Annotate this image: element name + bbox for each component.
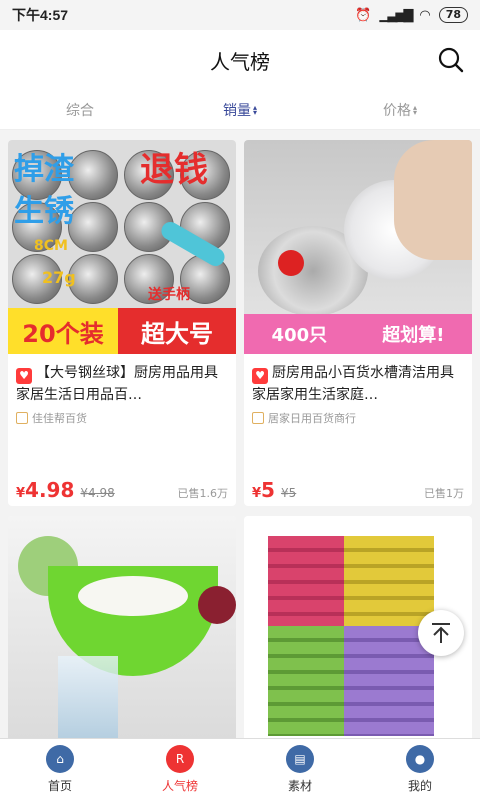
app-header: 人气榜 (0, 30, 480, 90)
page-title: 人气榜 (210, 51, 270, 74)
product-title: ♥ 厨房用品小百货水槽清洁用具家居家用生活家庭… (244, 354, 472, 408)
image-text: 超划算! (382, 325, 445, 346)
signal-icon: ▁▃▅▇ (379, 7, 413, 23)
nav-label: 素材 (287, 779, 312, 793)
image-text: 8CM (34, 238, 68, 254)
battery-indicator: 78 (438, 7, 468, 23)
image-text: 20个装 (8, 308, 118, 354)
original-price: ¥5 (280, 486, 297, 500)
store-icon (252, 412, 264, 424)
image-banner: 20个装 超大号 (8, 308, 236, 354)
favorite-icon: ♥ (252, 368, 268, 384)
tab-price[interactable]: 价格 ▴ ▾ (320, 90, 480, 129)
sort-tabs: 综合 销量 ▴ ▾ 价格 ▴ ▾ (0, 90, 480, 130)
product-card[interactable] (8, 516, 236, 738)
search-icon[interactable] (436, 45, 466, 75)
home-icon: ⌂ (46, 745, 74, 773)
image-text: 27g (42, 268, 76, 287)
nav-label: 人气榜 (161, 779, 198, 793)
nav-material[interactable]: ▤ 素材 (240, 739, 360, 800)
current-price: ¥5 (252, 478, 275, 502)
tab-label: 综合 (66, 102, 94, 119)
shop-name: 佳佳帮百货 (32, 412, 87, 425)
product-image (8, 516, 236, 738)
image-text: 掉渣 (14, 152, 74, 187)
status-bar: 下午4:57 ⏰ ▁▃▅▇ ◠ 78 (0, 0, 480, 30)
image-text: 送手柄 (148, 287, 190, 303)
bottom-navigation: ⌂ 首页 R 人气榜 ▤ 素材 ● 我的 (0, 738, 480, 800)
arrow-up-icon (432, 623, 450, 643)
shop-info: 居家日用百货商行 (244, 408, 472, 428)
tab-label: 销量 (222, 102, 251, 119)
nav-label: 我的 (407, 779, 432, 793)
shop-info: 佳佳帮百货 (8, 408, 236, 428)
user-icon: ● (406, 745, 434, 773)
ranking-icon: R (166, 745, 194, 773)
product-title: ♥ 【大号钢丝球】厨房用品用具家居生活日用品百… (8, 354, 236, 408)
image-text: 生锈 (14, 194, 74, 229)
alarm-icon: ⏰ (355, 7, 372, 23)
tab-sales[interactable]: 销量 ▴ ▾ (160, 90, 320, 129)
product-card[interactable]: 400只 超划算! ♥ 厨房用品小百货水槽清洁用具家居家用生活家庭… 居家日用百货… (244, 140, 472, 506)
shop-name: 居家日用百货商行 (268, 412, 356, 425)
tab-comprehensive[interactable]: 综合 (0, 90, 160, 129)
store-icon (16, 412, 28, 424)
sold-count: 已售1万 (424, 487, 464, 500)
wifi-icon: ◠ (419, 7, 431, 23)
image-text: 400只 (271, 325, 328, 346)
image-text: 超大号 (141, 319, 213, 348)
price-row: ¥5 ¥5 已售1万 (252, 478, 464, 502)
product-grid: 掉渣 生锈 退钱 8CM 27g 送手柄 20个装 超大号 ♥ 【大号钢丝球】厨房… (0, 140, 480, 738)
nav-profile[interactable]: ● 我的 (360, 739, 480, 800)
status-time: 下午4:57 (12, 7, 69, 23)
image-text: 退钱 (140, 150, 208, 190)
original-price: ¥4.98 (80, 486, 115, 500)
product-title-text: 厨房用品小百货水槽清洁用具家居家用生活家庭… (252, 365, 454, 403)
back-to-top-button[interactable] (418, 610, 464, 656)
product-image: 400只 超划算! (244, 140, 472, 354)
sort-arrows-icon: ▴ ▾ (252, 102, 257, 117)
product-title-text: 【大号钢丝球】厨房用品用具家居生活日用品百… (16, 365, 218, 403)
image-banner: 400只 超划算! (244, 314, 472, 354)
sort-arrows-icon: ▴ ▾ (412, 102, 417, 117)
tab-label: 价格 (382, 102, 411, 119)
favorite-icon: ♥ (16, 368, 32, 384)
material-icon: ▤ (286, 745, 314, 773)
nav-home[interactable]: ⌂ 首页 (0, 739, 120, 800)
price-row: ¥4.98 ¥4.98 已售1.6万 (16, 478, 228, 502)
current-price: ¥4.98 (16, 478, 75, 502)
nav-ranking[interactable]: R 人气榜 (120, 739, 240, 800)
product-image: 掉渣 生锈 退钱 8CM 27g 送手柄 20个装 超大号 (8, 140, 236, 354)
product-card[interactable]: 掉渣 生锈 退钱 8CM 27g 送手柄 20个装 超大号 ♥ 【大号钢丝球】厨房… (8, 140, 236, 506)
nav-label: 首页 (47, 779, 72, 793)
sold-count: 已售1.6万 (177, 487, 229, 500)
